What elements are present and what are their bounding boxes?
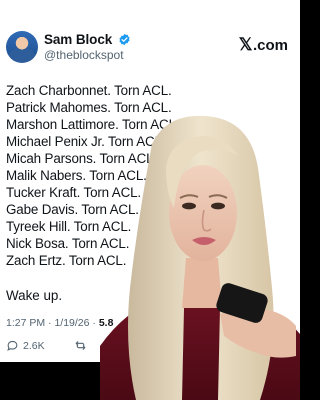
verified-badge-icon — [119, 33, 130, 46]
author-handle[interactable]: @theblockspot — [44, 48, 124, 62]
presenter-photo — [100, 108, 300, 400]
reply-button[interactable]: 2.6K — [6, 339, 45, 352]
avatar[interactable] — [6, 31, 38, 63]
platform-label: .com — [252, 37, 288, 54]
reply-count: 2.6K — [23, 339, 45, 352]
reply-icon — [7, 340, 18, 351]
tweet-meta: 1:27 PM · 1/19/26 · 5.8 — [6, 317, 113, 329]
repost-icon — [75, 341, 86, 350]
tweet-date[interactable]: 1/19/26 — [54, 317, 89, 329]
tweet-line: Zach Charbonnet. Torn ACL. — [6, 83, 172, 98]
x-logo-icon: 𝕏.com — [238, 35, 288, 54]
repost-button[interactable] — [74, 339, 87, 352]
author-name[interactable]: Sam Block — [44, 32, 112, 47]
tweet-time[interactable]: 1:27 PM — [6, 317, 45, 329]
video-frame: Sam Block @theblockspot 𝕏.com Zach Charb… — [0, 0, 300, 400]
presenter-illustration — [100, 115, 300, 400]
tweet-header: Sam Block @theblockspot 𝕏.com — [6, 31, 296, 63]
